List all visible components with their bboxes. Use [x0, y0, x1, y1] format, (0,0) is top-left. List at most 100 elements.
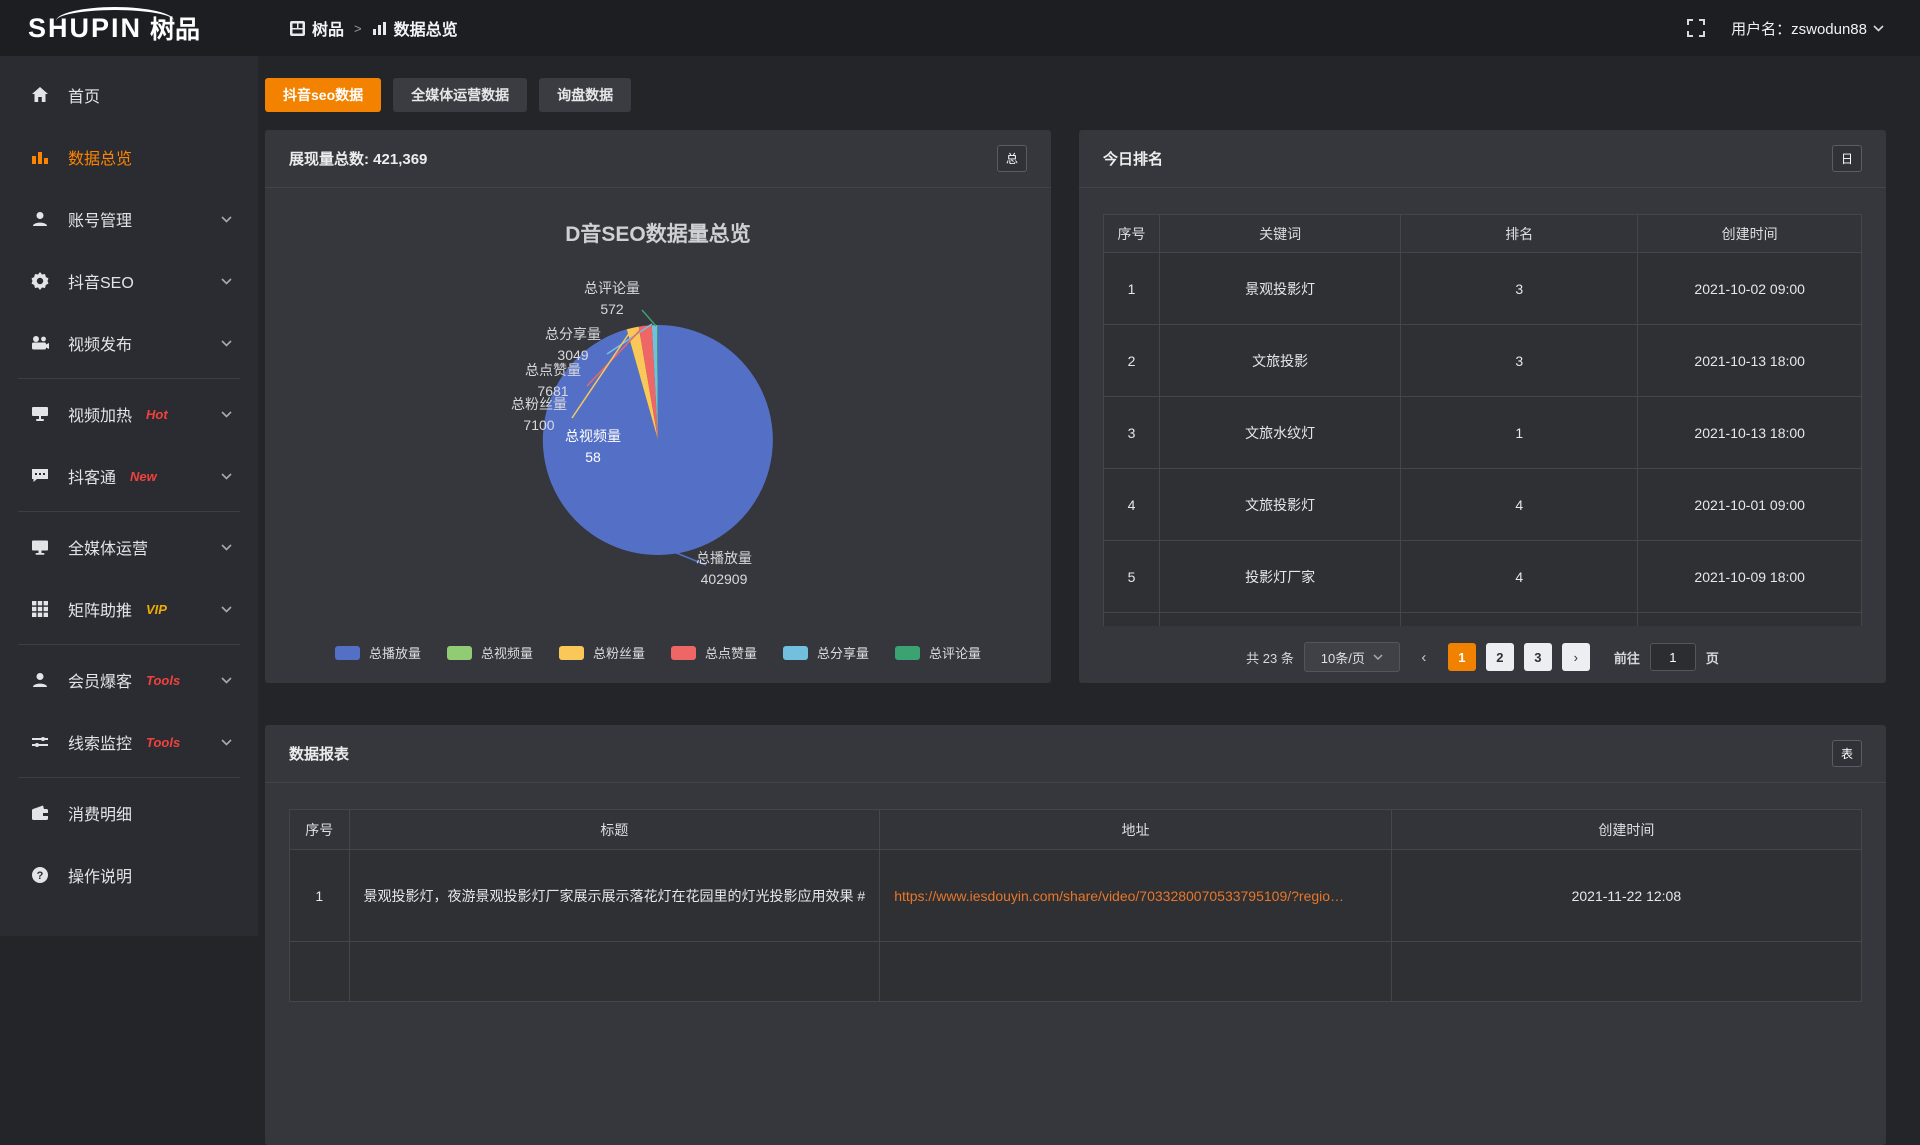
sidebar-item-media-operation[interactable]: 全媒体运营 — [0, 516, 258, 578]
total-badge-button[interactable]: 总 — [997, 145, 1027, 172]
sidebar-item-clue-monitor[interactable]: 线索监控 Tools — [0, 711, 258, 773]
legend-item-fans[interactable]: 总粉丝量 — [559, 643, 645, 662]
app-window-icon — [290, 21, 305, 36]
table-row-clipped — [290, 942, 1862, 1002]
page-button-1[interactable]: 1 — [1448, 643, 1476, 671]
page-button-3[interactable]: 3 — [1524, 643, 1552, 671]
legend-chip — [671, 646, 696, 660]
legend-item-shares[interactable]: 总分享量 — [783, 643, 869, 662]
col-url: 地址 — [880, 810, 1392, 850]
chevron-down-icon — [221, 739, 232, 746]
table-row-clipped — [1104, 613, 1862, 627]
page-size-value: 10条/页 — [1321, 648, 1365, 667]
prev-page-button[interactable]: ‹ — [1410, 643, 1438, 671]
ranking-panel-title: 今日排名 — [1103, 148, 1163, 169]
sidebar-item-member[interactable]: 会员爆客 Tools — [0, 649, 258, 711]
user-icon — [30, 210, 50, 228]
table-row: 3 文旅水纹灯 1 2021-10-13 18:00 — [1104, 397, 1862, 469]
video-title-cell: 景观投影灯，夜游景观投影灯厂家展示展示落花灯在花园里的灯光投影应用效果 # — [349, 850, 880, 942]
breadcrumb: 树品 > 数据总览 — [290, 16, 458, 40]
tab-media-operation-data[interactable]: 全媒体运营数据 — [393, 78, 527, 112]
sidebar: 首页 数据总览 账号管理 抖音SEO 视频发布 — [0, 56, 258, 936]
today-ranking-panel: 今日排名 日 序号 关键词 排名 创建时间 1 — [1079, 130, 1886, 683]
page-button-2[interactable]: 2 — [1486, 643, 1514, 671]
user-menu[interactable]: 用户名：zswodun88 — [1731, 18, 1884, 39]
legend-item-play[interactable]: 总播放量 — [335, 643, 421, 662]
sidebar-divider — [18, 644, 240, 645]
logo[interactable]: SHUPIN 树品 — [0, 10, 258, 46]
sidebar-item-label: 消费明细 — [68, 801, 132, 825]
col-keyword: 关键词 — [1160, 215, 1401, 253]
username-label: 用户名：zswodun88 — [1731, 18, 1867, 39]
pie-label-videos: 总视频量58 — [538, 426, 648, 468]
home-icon — [30, 86, 50, 104]
sidebar-item-label: 抖音SEO — [68, 269, 134, 293]
col-created: 创建时间 — [1638, 215, 1862, 253]
goto-label: 前往 — [1614, 648, 1640, 667]
col-created: 创建时间 — [1391, 810, 1861, 850]
table-row: 1 景观投影灯 3 2021-10-02 09:00 — [1104, 253, 1862, 325]
table-row: 1 景观投影灯，夜游景观投影灯厂家展示展示落花灯在花园里的灯光投影应用效果 # … — [290, 850, 1862, 942]
chevron-down-icon — [221, 544, 232, 551]
sidebar-divider — [18, 378, 240, 379]
sidebar-item-douketong[interactable]: 抖客通 New — [0, 445, 258, 507]
chevron-down-icon — [1373, 654, 1383, 660]
sidebar-item-data-overview[interactable]: 数据总览 — [0, 126, 258, 188]
sidebar-item-douyin-seo[interactable]: 抖音SEO — [0, 250, 258, 312]
pie-label-play: 总播放量402909 — [669, 548, 779, 590]
legend-chip — [559, 646, 584, 660]
sidebar-item-label: 抖客通 — [68, 464, 116, 488]
fullscreen-icon[interactable] — [1687, 19, 1705, 37]
breadcrumb-root-label: 树品 — [312, 16, 344, 40]
new-badge: New — [130, 469, 157, 484]
page-size-select[interactable]: 10条/页 — [1304, 642, 1400, 672]
sidebar-item-home[interactable]: 首页 — [0, 64, 258, 126]
data-report-panel: 数据报表 表 序号 标题 地址 创建时间 1 景观投影灯，夜游景观投影灯厂家展示… — [265, 725, 1886, 1145]
table-row: 5 投影灯厂家 4 2021-10-09 18:00 — [1104, 541, 1862, 613]
data-overview-icon — [30, 148, 50, 166]
sidebar-item-label: 线索监控 — [68, 730, 132, 754]
day-badge-button[interactable]: 日 — [1832, 145, 1862, 172]
sliders-icon — [30, 733, 50, 751]
legend-item-comments[interactable]: 总评论量 — [895, 643, 981, 662]
legend-item-likes[interactable]: 总点赞量 — [671, 643, 757, 662]
video-camera-icon — [30, 334, 50, 352]
table-header-row: 序号 关键词 排名 创建时间 — [1104, 215, 1862, 253]
sidebar-item-label: 会员爆客 — [68, 668, 132, 692]
page-unit-label: 页 — [1706, 648, 1719, 667]
chevron-down-icon — [221, 216, 232, 223]
sidebar-item-video-publish[interactable]: 视频发布 — [0, 312, 258, 374]
tools-badge: Tools — [146, 673, 180, 688]
video-link[interactable]: https://www.iesdouyin.com/share/video/70… — [894, 888, 1344, 904]
tab-douyin-seo-data[interactable]: 抖音seo数据 — [265, 78, 381, 112]
sidebar-item-matrix-boost[interactable]: 矩阵助推 VIP — [0, 578, 258, 640]
next-page-button[interactable]: › — [1562, 643, 1590, 671]
sidebar-item-help[interactable]: ? 操作说明 — [0, 844, 258, 906]
video-url-cell: https://www.iesdouyin.com/share/video/70… — [880, 850, 1392, 942]
vip-badge: VIP — [146, 602, 167, 617]
col-index: 序号 — [1104, 215, 1160, 253]
ranking-table: 序号 关键词 排名 创建时间 1 景观投影灯 3 2021-10-02 09:0… — [1103, 214, 1862, 626]
sidebar-item-consumption[interactable]: 消费明细 — [0, 782, 258, 844]
table-row: 2 文旅投影 3 2021-10-13 18:00 — [1104, 325, 1862, 397]
sidebar-item-account[interactable]: 账号管理 — [0, 188, 258, 250]
sidebar-item-label: 操作说明 — [68, 863, 132, 887]
col-index: 序号 — [290, 810, 350, 850]
chart-legend: 总播放量 总视频量 总粉丝量 总点赞量 总分享量 总评论量 — [265, 643, 1051, 662]
gear-icon — [30, 272, 50, 290]
sidebar-item-video-heat[interactable]: 视频加热 Hot — [0, 383, 258, 445]
chevron-down-icon — [221, 411, 232, 418]
chevron-down-icon — [221, 606, 232, 613]
goto-page-input[interactable] — [1650, 643, 1696, 671]
breadcrumb-root[interactable]: 树品 — [290, 16, 344, 40]
person-icon — [30, 671, 50, 689]
pagination-total: 共 23 条 — [1246, 648, 1294, 667]
sidebar-item-label: 数据总览 — [68, 145, 132, 169]
breadcrumb-current[interactable]: 数据总览 — [372, 16, 458, 40]
report-table: 序号 标题 地址 创建时间 1 景观投影灯，夜游景观投影灯厂家展示展示落花灯在花… — [289, 809, 1862, 1002]
legend-chip — [783, 646, 808, 660]
legend-item-videos[interactable]: 总视频量 — [447, 643, 533, 662]
table-badge-button[interactable]: 表 — [1832, 740, 1862, 767]
pie-chart-svg — [265, 188, 1051, 682]
tab-inquiry-data[interactable]: 询盘数据 — [539, 78, 631, 112]
